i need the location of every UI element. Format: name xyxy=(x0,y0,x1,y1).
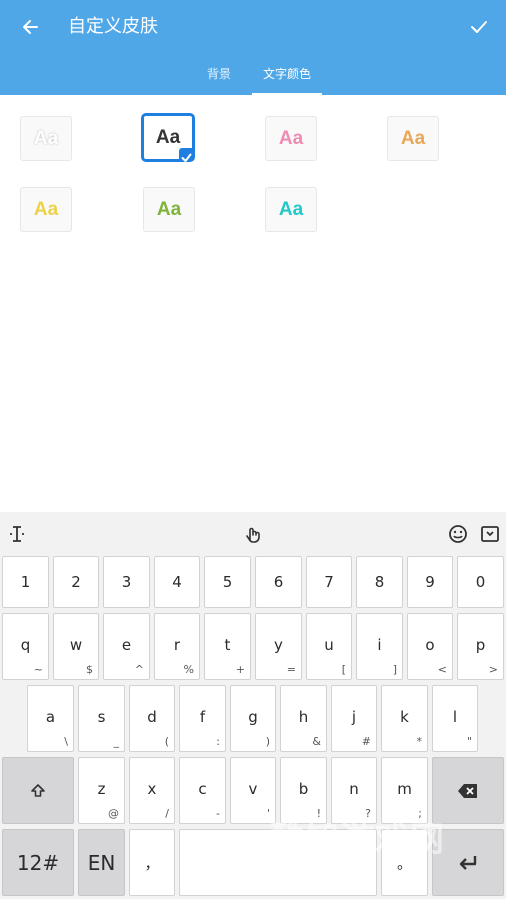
key-5[interactable]: 5 xyxy=(204,556,251,608)
key-g[interactable]: g) xyxy=(230,685,276,752)
key-f[interactable]: f: xyxy=(179,685,226,752)
key-2[interactable]: 2 xyxy=(53,556,99,608)
key-j[interactable]: j # xyxy=(331,685,377,752)
watermark: 酷知游戏网 xyxy=(270,820,445,860)
page-title: 自定义皮肤 xyxy=(68,16,158,37)
swatch-cyan[interactable]: Aa xyxy=(265,187,317,232)
key-6[interactable]: 6 xyxy=(255,556,302,608)
symbols-key[interactable]: 12# xyxy=(2,829,74,896)
key-1[interactable]: 1 xyxy=(2,556,49,608)
key-o[interactable]: o < xyxy=(407,613,453,680)
key-d[interactable]: d( xyxy=(129,685,175,752)
shift-key[interactable] xyxy=(2,757,74,824)
key-c[interactable]: c- xyxy=(179,757,226,824)
confirm-button[interactable] xyxy=(466,14,492,40)
selected-check-icon xyxy=(179,148,194,162)
key-w[interactable]: w $ xyxy=(53,613,99,680)
swatch-yellow[interactable]: Aa xyxy=(20,187,72,232)
arrow-left-icon xyxy=(23,20,38,34)
key-r[interactable]: r% xyxy=(154,613,200,680)
keyboard-hide-icon[interactable] xyxy=(478,522,502,546)
key-z[interactable]: z @ xyxy=(78,757,125,824)
key-u[interactable]: u[ xyxy=(306,613,352,680)
key-p[interactable]: p > xyxy=(457,613,504,680)
key-8[interactable]: 8 xyxy=(356,556,403,608)
tab-background[interactable]: 背景 xyxy=(190,65,248,95)
key-7[interactable]: 7 xyxy=(306,556,352,608)
key-y[interactable]: y = xyxy=(255,613,302,680)
key-s[interactable]: s _ xyxy=(78,685,125,752)
swatch-pink[interactable]: Aa xyxy=(265,116,317,161)
comma-key[interactable]: ， xyxy=(129,829,175,896)
custom-skin-screen: 自定义皮肤 背景 文字颜色 Aa Aa Aa Aa Aa Aa Aa 1 2 3… xyxy=(0,0,506,899)
shift-icon xyxy=(31,783,45,797)
key-0[interactable]: 0 xyxy=(457,556,504,608)
key-4[interactable]: 4 xyxy=(154,556,200,608)
backspace-icon xyxy=(458,783,477,798)
emoji-icon[interactable] xyxy=(446,522,470,546)
key-x[interactable]: x / xyxy=(129,757,175,824)
key-l[interactable]: l " xyxy=(432,685,478,752)
key-k[interactable]: k * xyxy=(381,685,428,752)
key-9[interactable]: 9 xyxy=(407,556,453,608)
check-icon xyxy=(471,21,487,33)
swatch-dark-gray[interactable]: Aa xyxy=(141,113,195,162)
key-q[interactable]: q ~ xyxy=(2,613,49,680)
enter-icon xyxy=(459,855,477,870)
key-a[interactable]: a \ xyxy=(27,685,74,752)
app-header: 自定义皮肤 背景 文字颜色 xyxy=(0,0,506,95)
swatch-label: Aa xyxy=(155,126,181,148)
language-key[interactable]: EN xyxy=(78,829,125,896)
swatch-orange[interactable]: Aa xyxy=(387,116,439,161)
key-e[interactable]: e ^ xyxy=(103,613,150,680)
tab-text-color[interactable]: 文字颜色 xyxy=(252,65,322,95)
swatch-white[interactable]: Aa xyxy=(20,116,72,161)
back-button[interactable] xyxy=(18,14,44,40)
key-i[interactable]: i] xyxy=(356,613,403,680)
key-3[interactable]: 3 xyxy=(103,556,150,608)
key-t[interactable]: t + xyxy=(204,613,251,680)
handwriting-icon[interactable] xyxy=(241,522,265,546)
cursor-icon[interactable] xyxy=(5,522,29,546)
key-h[interactable]: h & xyxy=(280,685,327,752)
swatch-green[interactable]: Aa xyxy=(143,187,195,232)
